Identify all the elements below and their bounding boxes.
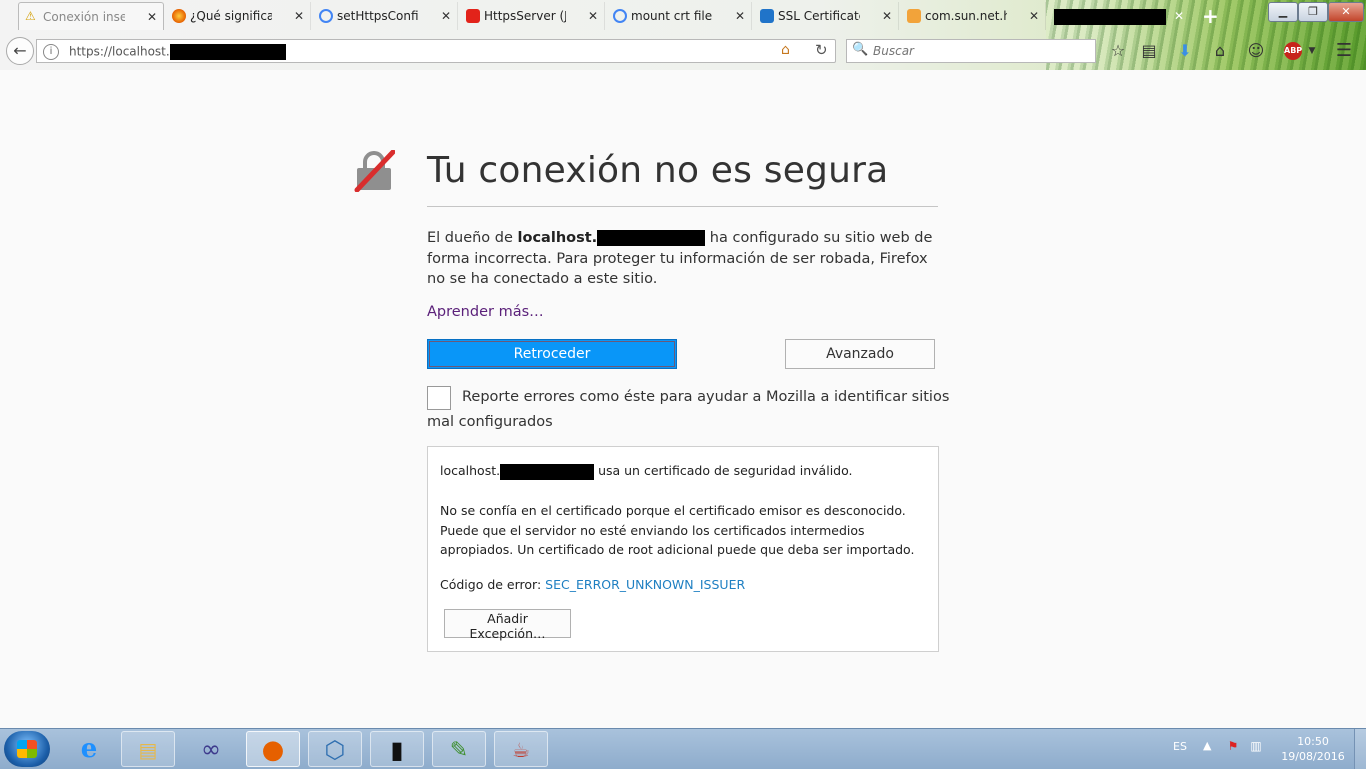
show-desktop-button[interactable] [1354,729,1366,769]
windows-taskbar: e ▤ ∞ ● ⬡ ▮ ✎ ☕ ES ▲ ⚑ ▥ 10:50 19/08/201… [0,728,1366,769]
tab-label: mount crt file ... [631,9,713,23]
folder-icon[interactable]: ▤ [121,731,175,767]
certificate-summary: localhost. usa un certificado de segurid… [440,463,853,480]
redacted-host [597,230,706,246]
add-exception-button[interactable]: Añadir Excepción… [444,609,571,641]
tab-label: HttpsServer (Ja... [484,9,566,23]
home-icon[interactable]: ⌂ [781,42,790,58]
firefox-icon[interactable]: ● [246,731,300,767]
error-page: Tu conexión no es segura El dueño de loc… [0,70,1366,728]
url-text[interactable]: https://localhost. [69,44,286,60]
download-icon[interactable]: ⬇ [1173,39,1197,63]
url-bar[interactable]: i https://localhost. ⌂ ↻ [36,39,836,63]
tab-3[interactable]: HttpsServer (Ja... ✕ [460,2,605,30]
jira-icon [760,9,774,23]
stackoverflow-icon [907,9,921,23]
host-name: localhost. [517,230,598,246]
minimize-button[interactable]: ▁ [1268,2,1298,22]
tab-close-icon[interactable]: ✕ [294,2,304,30]
navigation-toolbar: ← i https://localhost. ⌂ ↻ 🔍 ☆ ▤ ⬇ ⌂ ☺ A… [0,34,1366,68]
chevron-down-icon[interactable]: ▼ [1300,39,1324,63]
tab-label: ¿Qué significa '... [190,9,272,23]
tab-close-icon[interactable]: ✕ [735,2,745,30]
tab-close-icon[interactable]: ✕ [882,2,892,30]
tab-close-icon[interactable]: ✕ [147,3,157,30]
tab-close-icon[interactable]: ✕ [441,2,451,30]
tab-close-icon[interactable]: ✕ [588,2,598,30]
tab-strip: ⚠ Conexión inse... ✕ ¿Qué significa '...… [0,0,1366,32]
tab-label: SSL Certificate ... [778,9,860,23]
redacted-tab-title [1054,8,1166,25]
show-hidden-icons-button[interactable]: ▲ [1203,739,1211,752]
search-input[interactable] [871,43,1085,59]
google-icon [319,9,333,23]
eclipse-icon[interactable]: ∞ [184,731,238,767]
certificate-detail: No se confía en el certificado porque el… [440,503,915,557]
tab-0[interactable]: ⚠ Conexión inse... ✕ [18,2,164,30]
error-description: El dueño de localhost. ha configurado su… [427,230,933,287]
tab-5[interactable]: SSL Certificate ... ✕ [754,2,899,30]
firefox-icon [172,9,186,23]
learn-more-link[interactable]: Aprender más… [427,304,544,320]
virtualbox-icon[interactable]: ⬡ [308,731,362,767]
search-icon: 🔍 [852,42,869,57]
error-code-label: Código de error: [440,577,546,592]
internet-explorer-icon[interactable]: e [62,731,116,767]
advanced-button[interactable]: Avanzado [785,339,935,369]
menu-icon[interactable]: ☰ [1332,39,1356,63]
redacted-host [500,463,595,480]
system-clock[interactable]: 10:50 19/08/2016 [1278,734,1348,764]
network-icon[interactable]: ▥ [1248,739,1264,755]
warning-icon: ⚠ [25,9,36,23]
tab-6[interactable]: com.sun.net.htt... ✕ [901,2,1046,30]
windows-logo-icon [17,740,37,758]
info-icon[interactable]: i [43,44,59,60]
tab-2[interactable]: setHttpsConfig... ✕ [313,2,458,30]
tab-label: Conexión inse... [43,10,125,24]
maximize-button[interactable]: ❐ [1298,2,1328,22]
error-code-line: Código de error: SEC_ERROR_UNKNOWN_ISSUE… [440,577,745,592]
broken-lock-icon [354,150,395,192]
tab-1[interactable]: ¿Qué significa '... ✕ [166,2,311,30]
tab-7[interactable]: ✕ [1048,2,1190,30]
language-indicator[interactable]: ES [1173,740,1187,753]
command-prompt-icon[interactable]: ▮ [370,731,424,767]
redacted-host [169,44,286,60]
home-page-icon[interactable]: ⌂ [1208,39,1232,63]
clock-time: 10:50 [1297,735,1329,748]
start-button[interactable] [4,731,50,767]
search-bar[interactable]: 🔍 [846,39,1096,63]
window-close-button[interactable]: ✕ [1328,2,1364,22]
reading-list-icon[interactable]: ▤ [1137,39,1161,63]
title-divider [427,206,938,207]
browser-chrome: ⚠ Conexión inse... ✕ ¿Qué significa '...… [0,0,1366,70]
error-code-link[interactable]: SEC_ERROR_UNKNOWN_ISSUER [545,577,745,592]
tab-close-icon[interactable]: ✕ [1174,2,1184,30]
java-icon[interactable]: ☕ [494,731,548,767]
bookmark-star-icon[interactable]: ☆ [1106,39,1130,63]
reload-icon[interactable]: ↻ [815,41,828,59]
tab-label: com.sun.net.htt... [925,9,1007,23]
new-tab-button[interactable]: + [1202,4,1219,28]
page-title: Tu conexión no es segura [427,150,889,191]
tab-label: setHttpsConfig... [337,9,419,23]
report-errors-label: Reporte errores como éste para ayudar a … [427,389,950,430]
emoji-icon[interactable]: ☺ [1244,39,1268,63]
tab-close-icon[interactable]: ✕ [1029,2,1039,30]
action-center-icon[interactable]: ⚑ [1225,739,1241,755]
go-back-button[interactable]: Retroceder [427,339,677,369]
back-button[interactable]: ← [6,37,34,65]
clock-date: 19/08/2016 [1281,750,1345,763]
advanced-details-panel: localhost. usa un certificado de segurid… [427,446,939,652]
google-icon [613,9,627,23]
notepad-icon[interactable]: ✎ [432,731,486,767]
oracle-icon [466,9,480,23]
tab-4[interactable]: mount crt file ... ✕ [607,2,752,30]
